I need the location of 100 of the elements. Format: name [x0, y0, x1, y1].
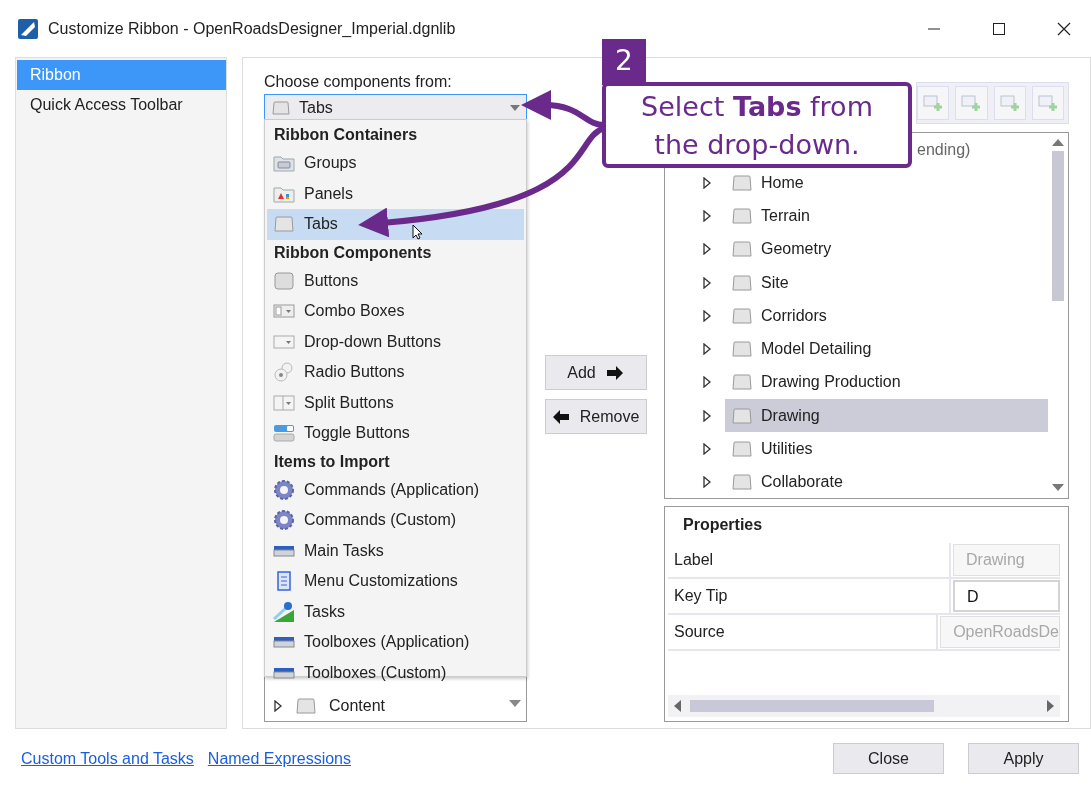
tree-item[interactable]: Geometry: [725, 232, 1048, 266]
scrollbar-thumb[interactable]: [1052, 151, 1064, 301]
tree-item[interactable]: Drawing Production: [725, 365, 1048, 399]
tree-item[interactable]: Home: [725, 166, 1048, 200]
expander-icon[interactable]: [273, 700, 283, 712]
radio-icon: [272, 362, 296, 383]
tab-icon: [295, 698, 317, 714]
sidebar-item[interactable]: Quick Access Toolbar: [17, 90, 226, 120]
tab-icon: [731, 241, 753, 258]
tree-item[interactable]: Drawing: [725, 399, 1048, 433]
property-field[interactable]: D: [953, 580, 1060, 612]
add-icon: [999, 94, 1020, 112]
expander-icon[interactable]: [702, 243, 712, 256]
tab-icon: [731, 407, 753, 424]
expander-icon[interactable]: [702, 376, 712, 389]
toolbar-icon: [272, 665, 296, 680]
tree-item[interactable]: Collaborate: [725, 465, 1048, 499]
window-title: Customize Ribbon - OpenRoadsDesigner_Imperial.dgnlib: [48, 19, 456, 38]
tree-item[interactable]: Utilities: [725, 432, 1048, 466]
field-label: Choose components from:: [264, 72, 453, 92]
combo-box-icon: [272, 302, 296, 321]
toggle-icon: [272, 424, 296, 443]
link[interactable]: Named Expressions: [207, 749, 351, 768]
tab-icon: [731, 374, 753, 391]
arrow-left-icon: [551, 408, 570, 425]
components-dropdown[interactable]: Tabs: [264, 94, 527, 121]
menu-item[interactable]: Drop-down Buttons: [267, 326, 524, 357]
menu-item[interactable]: Combo Boxes: [267, 296, 524, 327]
property-label: Source: [668, 615, 939, 649]
menu-item[interactable]: Tasks: [267, 596, 524, 627]
menu-item[interactable]: Buttons: [267, 265, 524, 296]
expander-icon[interactable]: [702, 276, 712, 289]
scroll-down-icon[interactable]: [509, 700, 521, 708]
step-badge: 2: [602, 39, 646, 85]
menu-item[interactable]: Commands (Custom): [267, 505, 524, 536]
tab-icon: [731, 307, 753, 324]
menu-item[interactable]: Commands (Application): [267, 474, 524, 505]
expander-icon[interactable]: [702, 309, 712, 322]
scroll-left-icon[interactable]: [674, 700, 682, 712]
dropdown-button-icon: [272, 332, 296, 351]
tree-item[interactable]: Corridors: [725, 299, 1048, 333]
menu-item[interactable]: Groups: [267, 148, 524, 179]
scrollbar-thumb[interactable]: [690, 700, 934, 712]
link[interactable]: Custom Tools and Tasks: [21, 749, 194, 768]
toolbar-icon: [272, 635, 296, 650]
folder-icon: [272, 184, 296, 203]
menu-heading: Ribbon Containers: [274, 125, 418, 145]
cursor-icon: [412, 224, 423, 240]
gear-icon: [272, 478, 296, 501]
tab-icon: [731, 207, 753, 224]
menu-item[interactable]: Toolboxes (Custom): [267, 657, 524, 688]
remove-button[interactable]: Remove: [544, 399, 647, 434]
menu-item[interactable]: Panels: [267, 178, 524, 209]
arrow-right-icon: [605, 364, 624, 381]
expander-icon[interactable]: [702, 176, 712, 189]
property-label: Label: [668, 543, 951, 577]
expander-icon[interactable]: [702, 409, 712, 422]
app-icon: [17, 17, 39, 40]
property-label: Key Tip: [668, 579, 951, 613]
dialog-button[interactable]: Apply: [968, 743, 1079, 774]
callout: Select Tabs from the drop-down.: [602, 82, 912, 168]
menu-item[interactable]: Split Buttons: [267, 387, 524, 418]
add-button[interactable]: Add: [544, 355, 647, 390]
expander-icon[interactable]: [702, 343, 712, 356]
folder-icon: [272, 154, 296, 173]
scroll-down-icon[interactable]: [1052, 484, 1064, 492]
tree-item[interactable]: Model Detailing: [725, 332, 1048, 366]
tab-icon: [731, 341, 753, 358]
menu-heading: Items to Import: [274, 451, 390, 472]
tasks-icon: [272, 600, 296, 623]
button-icon: [272, 271, 296, 290]
menu-heading: Ribbon Components: [274, 242, 432, 263]
expander-icon[interactable]: [702, 209, 712, 222]
add-icon: [923, 94, 944, 112]
expander-icon[interactable]: [702, 476, 712, 489]
tab-icon: [272, 216, 296, 233]
tree-item[interactable]: Terrain: [725, 199, 1048, 233]
tab-icon: [731, 174, 753, 191]
menu-item[interactable]: Toggle Buttons: [267, 418, 524, 449]
scroll-right-icon[interactable]: [1046, 700, 1054, 712]
tree-item[interactable]: Content: [265, 691, 526, 721]
gear-icon: [272, 509, 296, 532]
caret-icon: [510, 104, 520, 111]
expander-icon[interactable]: [702, 443, 712, 455]
menu-item[interactable]: Toolboxes (Application): [267, 627, 524, 658]
dialog-button[interactable]: Close: [833, 743, 944, 774]
scroll-up-icon[interactable]: [1052, 139, 1064, 147]
add-icon: [961, 94, 982, 112]
close-icon[interactable]: [1057, 21, 1071, 36]
tree-item[interactable]: Site: [725, 266, 1048, 300]
menu-item[interactable]: Radio Buttons: [267, 357, 524, 388]
split-button-icon: [272, 393, 296, 412]
tab-icon: [731, 474, 753, 491]
tree-root[interactable]: ending): [917, 133, 971, 166]
menu-item[interactable]: Menu Customizations: [267, 566, 524, 597]
tab-icon: [731, 274, 753, 291]
add-icon: [1037, 94, 1058, 112]
maximize-icon[interactable]: [992, 21, 1006, 36]
menu-item[interactable]: Main Tasks: [267, 535, 524, 566]
tab-icon: [271, 100, 291, 115]
